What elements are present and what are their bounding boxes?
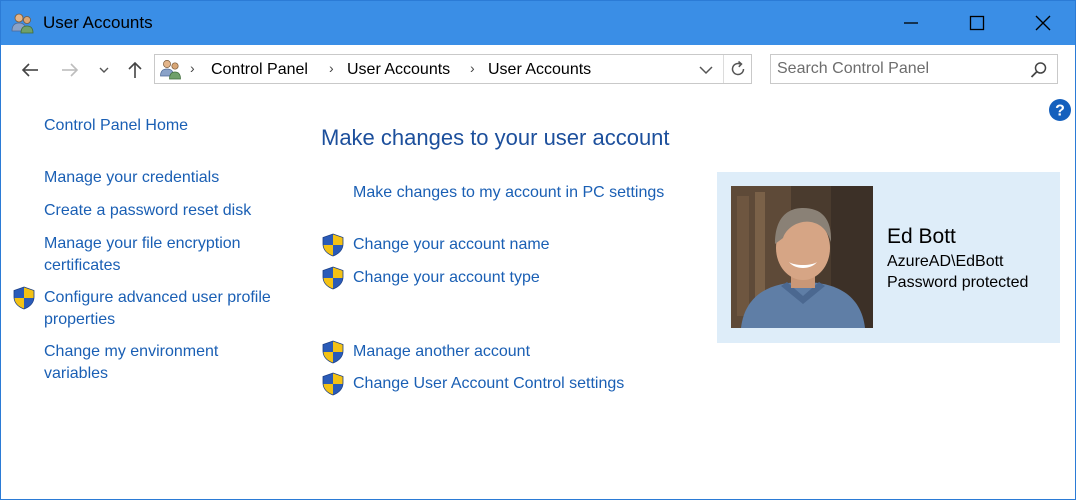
chevron-down-icon[interactable] <box>697 61 715 79</box>
page-title: Make changes to your user account <box>321 125 670 150</box>
user-photo <box>731 186 873 328</box>
link-change-account-name[interactable]: Change your account name <box>353 234 550 256</box>
maximize-button[interactable] <box>947 1 1007 45</box>
user-password-status: Password protected <box>887 274 1029 291</box>
sidebar-item-file-encryption-certificates[interactable]: Manage your file encryption certificates <box>44 233 284 277</box>
chevron-right-icon[interactable]: › <box>329 60 334 76</box>
link-pc-settings[interactable]: Make changes to my account in PC setting… <box>353 182 664 204</box>
user-card: Ed Bott AzureAD\EdBott Password protecte… <box>717 172 1060 343</box>
close-button[interactable] <box>1013 1 1073 45</box>
recent-locations-button[interactable] <box>94 57 114 83</box>
up-arrow-icon <box>128 61 142 78</box>
refresh-icon[interactable] <box>728 59 748 79</box>
svg-text:?: ? <box>1055 103 1065 120</box>
chevron-right-icon[interactable]: › <box>470 60 475 76</box>
chevron-right-icon[interactable]: › <box>190 60 195 76</box>
back-button[interactable] <box>17 57 43 83</box>
user-name: Ed Bott <box>887 225 956 248</box>
user-account-id: AzureAD\EdBott <box>887 253 1004 270</box>
uac-shield-icon <box>321 266 345 290</box>
sidebar-item-password-reset-disk[interactable]: Create a password reset disk <box>44 200 284 222</box>
sidebar-item-environment-variables[interactable]: Change my environment variables <box>44 341 284 385</box>
search-icon[interactable] <box>1029 60 1049 80</box>
close-icon <box>1035 15 1051 31</box>
avatar[interactable] <box>731 186 873 328</box>
uac-shield-icon <box>321 233 345 257</box>
sidebar-item-control-panel-home[interactable]: Control Panel Home <box>44 115 284 137</box>
maximize-icon <box>969 15 985 31</box>
breadcrumb-user-accounts[interactable]: User Accounts <box>347 61 450 79</box>
window-title: User Accounts <box>43 13 153 32</box>
up-button[interactable] <box>122 57 148 83</box>
minimize-icon <box>904 22 918 24</box>
forward-button[interactable] <box>57 57 83 83</box>
uac-shield-icon <box>321 372 345 396</box>
help-icon[interactable]: ? <box>1048 98 1072 122</box>
title-bar[interactable]: User Accounts <box>1 1 1075 45</box>
search-box[interactable] <box>770 54 1058 84</box>
uac-shield-icon <box>321 340 345 364</box>
divider <box>723 55 724 83</box>
search-input[interactable] <box>777 59 1017 79</box>
users-icon <box>160 60 181 80</box>
sidebar-item-advanced-profile-properties[interactable]: Configure advanced user profile properti… <box>44 287 284 331</box>
users-icon <box>11 13 34 34</box>
link-change-account-type[interactable]: Change your account type <box>353 267 540 289</box>
address-bar[interactable]: › Control Panel › User Accounts › User A… <box>154 54 752 84</box>
chevron-down-icon <box>99 67 109 73</box>
minimize-button[interactable] <box>881 1 941 45</box>
back-arrow-icon <box>21 63 38 77</box>
forward-arrow-icon <box>62 63 79 77</box>
link-uac-settings[interactable]: Change User Account Control settings <box>353 373 624 395</box>
navigation-bar: › Control Panel › User Accounts › User A… <box>1 45 1075 93</box>
breadcrumb-user-accounts-current[interactable]: User Accounts <box>488 61 591 79</box>
uac-shield-icon <box>12 286 36 310</box>
link-manage-another-account[interactable]: Manage another account <box>353 341 530 363</box>
sidebar-item-manage-credentials[interactable]: Manage your credentials <box>44 167 284 189</box>
user-accounts-window: User Accounts › Control Panel › User Acc… <box>0 0 1076 500</box>
breadcrumb-control-panel[interactable]: Control Panel <box>211 61 308 79</box>
